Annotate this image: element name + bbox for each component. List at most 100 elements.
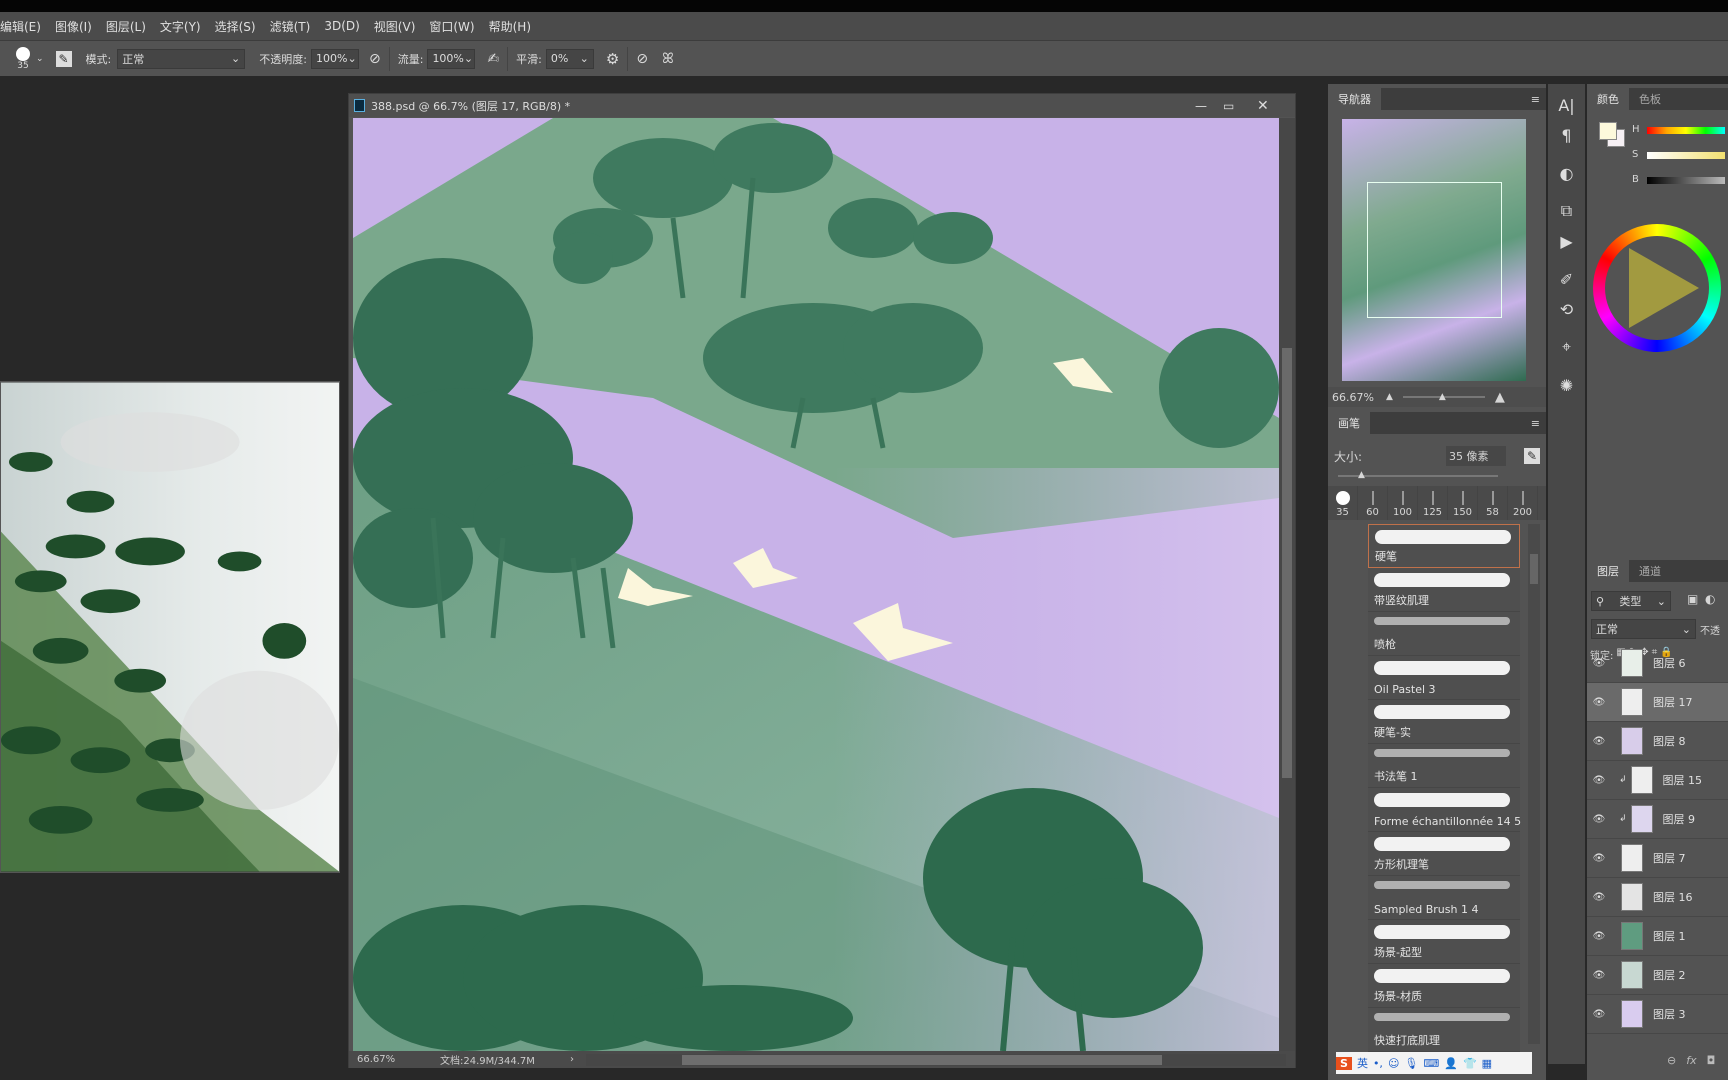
color-wheel[interactable] (1593, 224, 1721, 352)
apps-icon[interactable]: ▦ (1482, 1057, 1492, 1070)
menu-edit[interactable]: 编辑(E) (0, 18, 41, 35)
menu-help[interactable]: 帮助(H) (489, 18, 531, 35)
tab-channels[interactable]: 通道 (1629, 560, 1671, 582)
menu-select[interactable]: 选择(S) (215, 18, 256, 35)
foreground-color-swatch[interactable] (1599, 122, 1617, 140)
opacity-field[interactable]: 100% ⌄ (310, 48, 359, 69)
brush-item[interactable]: 场景-材质 (1368, 964, 1520, 1008)
menu-window[interactable]: 窗口(W) (429, 18, 474, 35)
eye-icon[interactable]: 👁 (1587, 853, 1611, 864)
document-size[interactable]: 文档:24.9M/344.7M (440, 1052, 570, 1067)
status-menu-arrow[interactable]: › (570, 1054, 574, 1065)
chevron-down-icon[interactable]: ⌄ (36, 54, 44, 64)
clone-source-icon[interactable]: ⟲ (1548, 294, 1585, 324)
minimize-button[interactable]: — (1195, 99, 1207, 113)
eye-icon[interactable]: 👁 (1587, 1009, 1611, 1020)
tab-brushes[interactable]: 画笔 (1328, 412, 1370, 434)
eye-icon[interactable]: 👁 (1587, 931, 1611, 942)
layer-filter-select[interactable]: ⚲ 类型 ⌄ (1591, 591, 1671, 611)
menu-3d[interactable]: 3D(D) (324, 19, 359, 33)
tab-layers[interactable]: 图层 (1587, 560, 1629, 582)
brush-item[interactable]: 硬笔 (1368, 524, 1520, 568)
eye-icon[interactable]: 👁 (1587, 697, 1611, 708)
saturation-slider[interactable] (1647, 152, 1725, 159)
paths-icon[interactable]: ⌖ (1548, 332, 1585, 362)
eye-icon[interactable]: 👁 (1587, 892, 1611, 903)
scroll-thumb[interactable] (1282, 348, 1292, 778)
fx-button[interactable]: fx (1686, 1054, 1696, 1067)
zoom-out-icon[interactable]: ▲ (1386, 392, 1393, 402)
eye-icon[interactable]: 👁 (1587, 775, 1611, 786)
character-icon[interactable]: A| (1548, 90, 1585, 120)
starburst-icon[interactable]: ✺ (1548, 370, 1585, 400)
navigator-zoom[interactable]: 66.67% (1332, 391, 1386, 404)
3d-icon[interactable]: ⧉ (1548, 196, 1585, 226)
brush-preset[interactable]: 35 (1328, 486, 1358, 520)
eye-icon[interactable]: 👁 (1587, 814, 1611, 825)
pressure-opacity-icon[interactable]: ⊘ (369, 51, 381, 67)
symmetry-butterfly-icon[interactable]: ꕤ (662, 51, 674, 67)
microphone-icon[interactable]: 🎙 (1404, 1057, 1418, 1070)
brush-size-slider[interactable]: ▲ (1338, 470, 1498, 480)
layer-row[interactable]: 👁 ↲ 图层 15 (1587, 761, 1728, 800)
link-icon[interactable]: ⊖ (1667, 1054, 1676, 1067)
layer-row[interactable]: 👁 ↲ 图层 9 (1587, 800, 1728, 839)
menu-layer[interactable]: 图层(L) (106, 18, 146, 35)
canvas[interactable] (353, 118, 1279, 1051)
mode-select[interactable]: 正常 ⌄ (117, 48, 246, 69)
keyboard-icon[interactable]: ⌨ (1423, 1057, 1439, 1070)
layer-row[interactable]: 👁 图层 2 (1587, 956, 1728, 995)
scroll-thumb[interactable] (682, 1054, 1162, 1065)
eye-icon[interactable]: 👁 (1587, 970, 1611, 981)
brush-preset[interactable]: 60 (1358, 486, 1388, 520)
horizontal-scrollbar[interactable] (586, 1053, 1286, 1066)
brush-item[interactable]: Forme échantillonnée 14 5 (1368, 788, 1521, 832)
skin-icon[interactable]: 👕 (1463, 1057, 1477, 1070)
brush-preset[interactable]: 150 (1448, 486, 1478, 520)
panel-menu-icon[interactable]: ≡ (1531, 93, 1540, 106)
menu-image[interactable]: 图像(I) (55, 18, 92, 35)
filter-adjustment-icon[interactable]: ◐ (1705, 592, 1715, 606)
punctuation-icon[interactable]: •, (1373, 1057, 1383, 1070)
smoothing-field[interactable]: 0% ⌄ (545, 48, 594, 69)
zoom-slider[interactable]: ▲ (1402, 392, 1485, 402)
brightness-slider[interactable] (1647, 177, 1725, 184)
tab-color[interactable]: 颜色 (1587, 88, 1629, 110)
brush-settings-icon[interactable]: ✎ (1524, 448, 1540, 464)
layer-row[interactable]: 👁 图层 6 (1587, 644, 1728, 683)
menu-view[interactable]: 视图(V) (374, 18, 416, 35)
play-actions-icon[interactable]: ▶ (1548, 226, 1585, 256)
sogou-logo-icon[interactable]: S (1336, 1056, 1352, 1070)
mask-icon[interactable]: ◘ (1707, 1054, 1716, 1067)
brush-item[interactable]: 带竖纹肌理 (1368, 568, 1520, 612)
brush-preset-picker[interactable]: 35 (14, 46, 32, 71)
paragraph-icon[interactable]: ¶ (1548, 120, 1585, 150)
eye-icon[interactable]: 👁 (1587, 736, 1611, 747)
pressure-size-icon[interactable]: ⊘ (636, 51, 648, 67)
menu-filter[interactable]: 滤镜(T) (270, 18, 311, 35)
menu-type[interactable]: 文字(Y) (160, 18, 201, 35)
adjustments-icon[interactable]: ◐ (1548, 158, 1585, 188)
layer-row[interactable]: 👁 图层 7 (1587, 839, 1728, 878)
brush-list-scrollbar[interactable] (1528, 524, 1540, 1044)
hue-slider[interactable] (1647, 127, 1725, 134)
filter-image-icon[interactable]: ▣ (1687, 592, 1698, 606)
vertical-scrollbar[interactable] (1279, 118, 1295, 1051)
brush-preset[interactable]: 100 (1388, 486, 1418, 520)
zoom-in-icon[interactable]: ▲ (1495, 390, 1505, 405)
airbrush-icon[interactable]: ✍ (487, 51, 499, 67)
eye-icon[interactable]: 👁 (1587, 658, 1611, 669)
close-button[interactable]: ✕ (1257, 98, 1269, 114)
layer-row[interactable]: 👁 图层 16 (1587, 878, 1728, 917)
layer-row[interactable]: 👁 图层 17 (1587, 683, 1728, 722)
navigator-view-box[interactable] (1367, 182, 1502, 318)
brush-item[interactable]: 快速打底肌理 (1368, 1008, 1520, 1052)
blend-mode-select[interactable]: 正常 ⌄ (1591, 619, 1696, 639)
emoji-icon[interactable]: ☺ (1388, 1057, 1399, 1070)
brush-item[interactable]: Oil Pastel 3 (1368, 656, 1520, 700)
color-triangle[interactable] (1629, 248, 1699, 328)
flow-field[interactable]: 100% ⌄ (427, 48, 476, 69)
layer-row[interactable]: 👁 图层 1 (1587, 917, 1728, 956)
brush-preset[interactable]: 200 (1508, 486, 1538, 520)
tab-swatches[interactable]: 色板 (1629, 88, 1671, 110)
